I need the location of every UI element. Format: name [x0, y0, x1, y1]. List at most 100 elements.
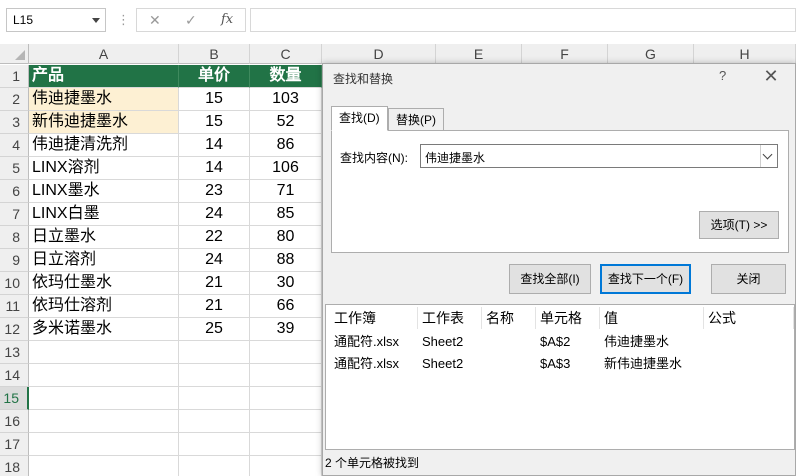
- row-header[interactable]: 7: [0, 203, 29, 226]
- table-cell[interactable]: [179, 387, 250, 410]
- results-cell[interactable]: 伟迪捷墨水: [604, 331, 669, 353]
- cancel-icon[interactable]: ✕: [149, 12, 161, 29]
- results-cell[interactable]: Sheet2: [422, 331, 463, 353]
- results-column-header[interactable]: 单元格: [536, 307, 600, 329]
- table-cell[interactable]: [250, 410, 322, 433]
- row-header[interactable]: 3: [0, 111, 29, 134]
- table-cell[interactable]: [29, 433, 179, 456]
- table-cell[interactable]: 103: [250, 88, 322, 111]
- row-header[interactable]: 2: [0, 88, 29, 111]
- table-cell[interactable]: [250, 364, 322, 387]
- table-cell[interactable]: [179, 456, 250, 476]
- results-list[interactable]: 工作簿 工作表 名称 单元格值公式 通配符.xlsx Sheet2 $A$2 伟迪捷墨水 通配符…: [325, 304, 795, 450]
- row-header[interactable]: 10: [0, 272, 29, 295]
- table-cell[interactable]: 多米诺墨水: [29, 318, 179, 341]
- options-button[interactable]: 选项(T) >>: [699, 211, 779, 239]
- close-icon[interactable]: ✕: [761, 66, 781, 86]
- find-input[interactable]: 伟迪捷墨水: [420, 144, 778, 168]
- row-header[interactable]: 8: [0, 226, 29, 249]
- table-cell[interactable]: [29, 341, 179, 364]
- results-column-header[interactable]: 值: [600, 307, 704, 329]
- find-next-button[interactable]: 查找下一个(F): [600, 264, 691, 294]
- results-cell[interactable]: $A$2: [540, 331, 570, 353]
- table-cell[interactable]: [250, 456, 322, 476]
- row-header[interactable]: 18: [0, 456, 29, 476]
- tab-replace[interactable]: 替换(P): [388, 108, 444, 130]
- column-header[interactable]: B: [179, 44, 250, 64]
- table-cell[interactable]: [29, 410, 179, 433]
- table-cell[interactable]: 52: [250, 111, 322, 134]
- enter-icon[interactable]: ✓: [185, 12, 197, 29]
- table-cell[interactable]: 15: [179, 88, 250, 111]
- table-cell[interactable]: [179, 433, 250, 456]
- results-column-header[interactable]: 工作表: [418, 307, 482, 329]
- find-all-button[interactable]: 查找全部(I): [509, 264, 591, 294]
- results-cell[interactable]: 通配符.xlsx: [334, 331, 399, 353]
- column-header[interactable]: D: [322, 44, 436, 64]
- results-column-header[interactable]: 工作簿: [330, 307, 418, 329]
- table-cell[interactable]: 15: [179, 111, 250, 134]
- table-cell[interactable]: 71: [250, 180, 322, 203]
- column-header[interactable]: A: [29, 44, 179, 64]
- table-cell[interactable]: 88: [250, 249, 322, 272]
- table-cell[interactable]: 14: [179, 134, 250, 157]
- table-cell[interactable]: [250, 387, 322, 410]
- table-cell[interactable]: 新伟迪捷墨水: [29, 111, 179, 134]
- column-header[interactable]: C: [250, 44, 322, 64]
- row-header[interactable]: 5: [0, 157, 29, 180]
- column-header[interactable]: F: [522, 44, 608, 64]
- formula-input[interactable]: [250, 8, 796, 32]
- results-cell[interactable]: 通配符.xlsx: [334, 353, 399, 375]
- row-header[interactable]: 17: [0, 433, 29, 456]
- table-cell[interactable]: [29, 387, 179, 410]
- row-header[interactable]: 11: [0, 295, 29, 318]
- table-cell[interactable]: 24: [179, 203, 250, 226]
- table-cell[interactable]: 依玛仕墨水: [29, 272, 179, 295]
- row-header[interactable]: 13: [0, 341, 29, 364]
- table-cell[interactable]: 85: [250, 203, 322, 226]
- results-column-header[interactable]: 公式: [704, 307, 794, 329]
- table-cell[interactable]: 21: [179, 272, 250, 295]
- row-header[interactable]: 14: [0, 364, 29, 387]
- table-cell[interactable]: 25: [179, 318, 250, 341]
- table-cell[interactable]: 30: [250, 272, 322, 295]
- table-cell[interactable]: [179, 410, 250, 433]
- row-header[interactable]: 1: [0, 65, 29, 88]
- column-header[interactable]: G: [608, 44, 694, 64]
- row-header[interactable]: 6: [0, 180, 29, 203]
- table-cell[interactable]: 伟迪捷墨水: [29, 88, 179, 111]
- results-cell[interactable]: $A$3: [540, 353, 570, 375]
- row-header[interactable]: 9: [0, 249, 29, 272]
- name-box[interactable]: L15: [6, 8, 106, 32]
- table-cell[interactable]: 日立溶剂: [29, 249, 179, 272]
- close-button[interactable]: 关闭: [711, 264, 786, 294]
- table-cell[interactable]: 22: [179, 226, 250, 249]
- table-cell[interactable]: 14: [179, 157, 250, 180]
- table-cell[interactable]: 日立墨水: [29, 226, 179, 249]
- table-cell[interactable]: LINX墨水: [29, 180, 179, 203]
- results-cell[interactable]: 新伟迪捷墨水: [604, 353, 682, 375]
- header-cell[interactable]: 数量: [250, 65, 322, 88]
- table-cell[interactable]: 23: [179, 180, 250, 203]
- table-cell[interactable]: LINX溶剂: [29, 157, 179, 180]
- table-cell[interactable]: 依玛仕溶剂: [29, 295, 179, 318]
- row-header[interactable]: 12: [0, 318, 29, 341]
- help-icon[interactable]: ?: [719, 68, 726, 83]
- table-cell[interactable]: [29, 456, 179, 476]
- table-cell[interactable]: [29, 364, 179, 387]
- table-cell[interactable]: LINX白墨: [29, 203, 179, 226]
- chevron-down-icon[interactable]: [92, 18, 100, 23]
- results-column-header[interactable]: 名称: [482, 307, 536, 329]
- table-cell[interactable]: 24: [179, 249, 250, 272]
- table-cell[interactable]: 106: [250, 157, 322, 180]
- row-header[interactable]: 16: [0, 410, 29, 433]
- header-cell[interactable]: 单价: [179, 65, 250, 88]
- table-cell[interactable]: 86: [250, 134, 322, 157]
- column-header[interactable]: H: [694, 44, 796, 64]
- table-cell[interactable]: 66: [250, 295, 322, 318]
- row-header[interactable]: 4: [0, 134, 29, 157]
- table-cell[interactable]: [250, 341, 322, 364]
- table-cell[interactable]: [179, 341, 250, 364]
- tab-find[interactable]: 查找(D): [331, 106, 388, 131]
- table-cell[interactable]: [250, 433, 322, 456]
